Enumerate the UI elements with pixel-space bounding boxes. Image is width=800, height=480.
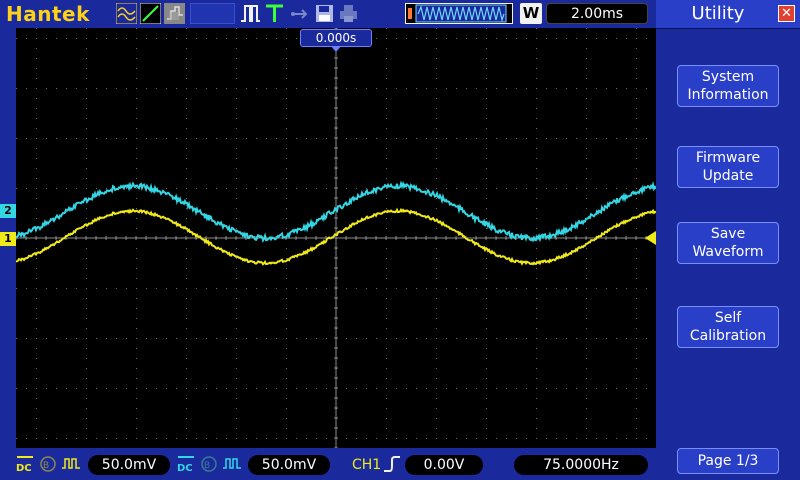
system-information-button[interactable]: System Information bbox=[677, 65, 779, 107]
gray-mode-icon[interactable] bbox=[164, 3, 185, 24]
panel-title: Utility bbox=[691, 3, 745, 24]
ch1-pulse-icon bbox=[61, 454, 81, 474]
top-status-bar: Hantek W 2.00ms bbox=[0, 0, 656, 28]
blank-status-box bbox=[190, 3, 235, 24]
waveform-display[interactable] bbox=[16, 28, 656, 448]
ch2-dc-coupling-icon[interactable]: DC bbox=[176, 454, 196, 474]
ch1-level-marker[interactable]: 1 bbox=[0, 232, 16, 246]
firmware-update-button[interactable]: Firmware Update bbox=[677, 146, 779, 188]
timebase-readout[interactable]: 2.00ms bbox=[546, 3, 648, 24]
button-label-line1: Firmware bbox=[695, 150, 761, 166]
svg-text:B: B bbox=[43, 461, 49, 471]
close-panel-button[interactable]: ✕ bbox=[778, 5, 795, 22]
printer-icon bbox=[338, 3, 359, 24]
rising-edge-icon[interactable] bbox=[382, 454, 402, 474]
save-waveform-button[interactable]: Save Waveform bbox=[677, 222, 779, 264]
panel-header: Utility ✕ bbox=[656, 0, 800, 29]
save-disk-icon[interactable] bbox=[314, 3, 335, 24]
ramp-icon[interactable] bbox=[140, 3, 161, 24]
oscilloscope-ui: Hantek W 2.00ms 2 1 0.000s Utility ✕ Sys… bbox=[0, 0, 800, 480]
brand-logo: Hantek bbox=[6, 2, 90, 26]
frequency-readout: 75.0000Hz bbox=[514, 455, 648, 475]
button-label-line2: Waveform bbox=[692, 244, 764, 260]
button-label-line2: Calibration bbox=[689, 328, 767, 344]
waveform-canvas bbox=[16, 28, 656, 448]
ch2-scale-readout[interactable]: 50.0mV bbox=[248, 455, 330, 475]
trigger-source-label[interactable]: CH1 bbox=[352, 455, 381, 475]
button-label-line2: Information bbox=[687, 87, 769, 103]
horizontal-window-icon[interactable] bbox=[405, 3, 513, 24]
svg-text:DC: DC bbox=[16, 463, 32, 474]
trigger-t-icon[interactable] bbox=[264, 3, 285, 24]
self-calibration-button[interactable]: Self Calibration bbox=[677, 306, 779, 348]
bottom-status-bar: DC B 50.0mV DC B 50.0mV CH1 0.00V 75.000… bbox=[0, 448, 656, 480]
button-label-line2: Update bbox=[702, 168, 754, 184]
button-label-line1: Save bbox=[710, 226, 746, 242]
svg-text:B: B bbox=[204, 461, 210, 471]
arrow-usb-icon bbox=[290, 3, 311, 24]
wave-mode-icon[interactable] bbox=[116, 3, 137, 24]
trigger-position-readout[interactable]: 0.000s bbox=[300, 29, 372, 47]
ch1-bandwidth-icon: B bbox=[38, 454, 58, 474]
ch1-scale-readout[interactable]: 50.0mV bbox=[88, 455, 170, 475]
ch2-level-marker[interactable]: 2 bbox=[0, 204, 16, 218]
utility-menu-panel: Utility ✕ System Information Firmware Up… bbox=[656, 0, 800, 480]
trigger-level-marker[interactable] bbox=[645, 231, 656, 245]
page-indicator-button[interactable]: Page 1/3 bbox=[677, 448, 779, 474]
center-crosshair bbox=[16, 28, 656, 448]
ch1-dc-coupling-icon[interactable]: DC bbox=[15, 454, 35, 474]
svg-text:DC: DC bbox=[177, 463, 193, 474]
button-label-line1: System bbox=[701, 69, 755, 85]
trigger-level-readout[interactable]: 0.00V bbox=[405, 455, 483, 475]
ch2-bandwidth-icon: B bbox=[199, 454, 219, 474]
window-mode-badge[interactable]: W bbox=[520, 3, 542, 24]
button-label-line1: Self bbox=[714, 310, 742, 326]
pulse-icon[interactable] bbox=[240, 3, 261, 24]
ch2-pulse-icon bbox=[222, 454, 242, 474]
